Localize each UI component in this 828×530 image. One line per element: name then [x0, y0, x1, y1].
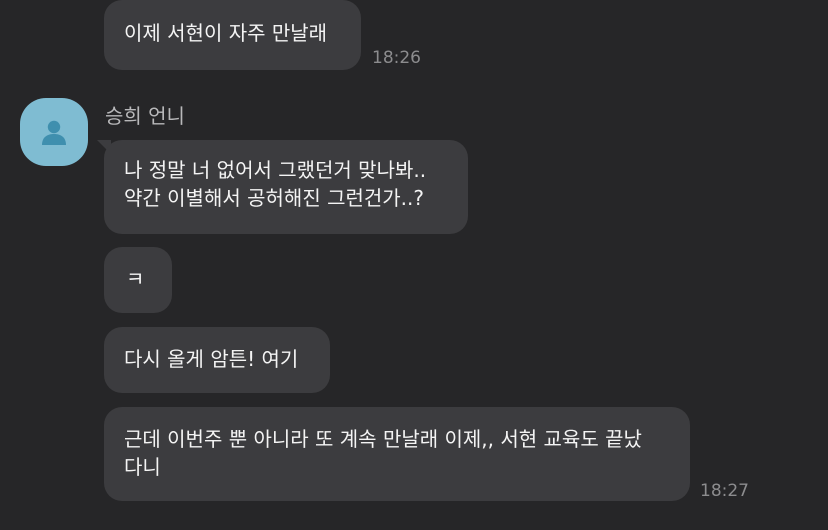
message-bubble[interactable]: 근데 이번주 뿐 아니라 또 계속 만날래 이제,, 서현 교육도 끝났 다니 — [104, 407, 690, 501]
message-bubble[interactable]: ㅋ — [104, 247, 172, 313]
message-bubble[interactable]: 다시 올게 암튼! 여기 — [104, 327, 330, 393]
default-profile-person-icon — [42, 120, 66, 145]
message-text: ㅋ — [126, 267, 145, 291]
sender-name[interactable]: 승희 언니 — [105, 100, 185, 129]
message-timestamp: 18:27 — [700, 481, 749, 501]
message-bubble[interactable]: 이제 서현이 자주 만날래 — [104, 0, 361, 70]
message-text-line: 근데 이번주 뿐 아니라 또 계속 만날래 이제,, 서현 교육도 끝났 — [124, 427, 642, 451]
message-text-line: 나 정말 너 없어서 그랬던거 맞나봐.. — [124, 158, 427, 182]
message-text-line: 약간 이별해서 공허해진 그런건가..? — [124, 186, 425, 210]
message-bubble[interactable]: 나 정말 너 없어서 그랬던거 맞나봐.. 약간 이별해서 공허해진 그런건가.… — [104, 140, 468, 234]
message-text: 이제 서현이 자주 만날래 — [124, 21, 328, 45]
message-text: 다시 올게 암튼! 여기 — [124, 347, 299, 371]
avatar[interactable] — [20, 98, 88, 166]
message-timestamp: 18:26 — [372, 48, 421, 68]
message-text-line: 다니 — [124, 455, 161, 479]
